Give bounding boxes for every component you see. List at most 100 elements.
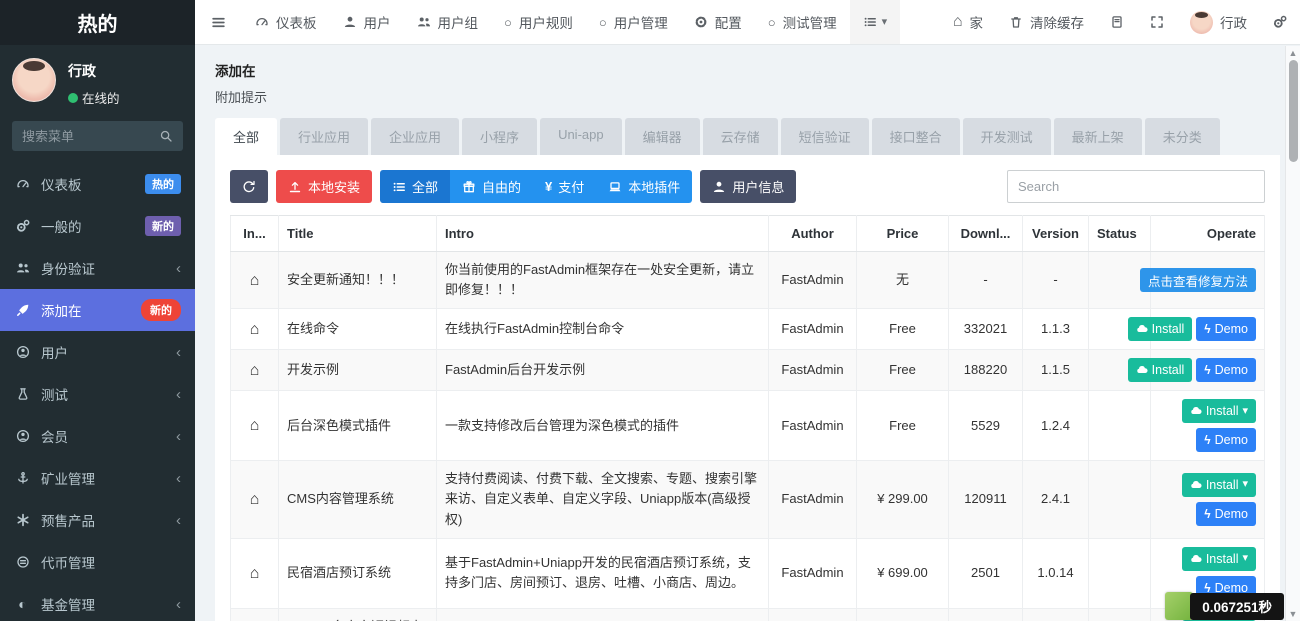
clear-cache-button[interactable]: 清除缓存: [996, 0, 1097, 44]
navbar-links: 仪表板用户用户组○用户规则○用户管理配置○测试管理: [242, 0, 850, 44]
scroll-up-icon[interactable]: ▲: [1286, 47, 1300, 59]
column-header-Price[interactable]: Price: [857, 216, 949, 252]
column-header-In...[interactable]: In...: [231, 216, 279, 252]
row-status: [1089, 461, 1151, 538]
scrollbar-thumb[interactable]: [1289, 60, 1298, 162]
row-home-cell: ⌂: [231, 608, 279, 621]
tab-开发测试[interactable]: 开发测试: [963, 118, 1051, 155]
install-button[interactable]: Install: [1128, 317, 1193, 341]
page-head: 添加在 附加提示: [215, 60, 1280, 106]
tab-未分类[interactable]: 未分类: [1145, 118, 1220, 155]
sidebar-toggle-button[interactable]: [195, 0, 242, 44]
row-intro: 一款支持修改后台管理为深色模式的插件: [437, 391, 769, 461]
sidebar-item-一般的[interactable]: 一般的新的: [0, 205, 195, 247]
home-icon[interactable]: ⌂: [250, 273, 260, 289]
filter-button-全部[interactable]: 全部: [380, 170, 450, 203]
sidebar-item-代币管理[interactable]: 代币管理: [0, 541, 195, 583]
userinfo-button[interactable]: 用户信息: [700, 170, 796, 203]
hamburger-icon: [211, 15, 226, 30]
column-header-Version[interactable]: Version: [1023, 216, 1089, 252]
nav-link-配置[interactable]: 配置: [681, 0, 755, 44]
tab-接口整合[interactable]: 接口整合: [872, 118, 960, 155]
nav-link-用户管理[interactable]: ○用户管理: [586, 0, 681, 44]
home-icon[interactable]: ⌂: [250, 566, 260, 582]
anchor-icon: [14, 471, 31, 485]
install-button[interactable]: Install: [1128, 358, 1193, 382]
install-button[interactable]: Install▾: [1182, 547, 1256, 571]
filter-button-自由的[interactable]: 自由的: [450, 170, 533, 203]
fix-notice-button[interactable]: 点击查看修复方法: [1140, 268, 1256, 292]
tab-云存储[interactable]: 云存储: [703, 118, 778, 155]
table-row: ⌂民宿酒店预订系统基于FastAdmin+Uniapp开发的民宿酒店预订系统，支…: [231, 538, 1265, 608]
column-header-Author[interactable]: Author: [769, 216, 857, 252]
demo-button[interactable]: ϟDemo: [1196, 502, 1256, 526]
column-header-Intro[interactable]: Intro: [437, 216, 769, 252]
docs-button[interactable]: [1097, 0, 1137, 44]
gears-icon: [1273, 15, 1287, 29]
tab-最新上架[interactable]: 最新上架: [1054, 118, 1142, 155]
sidebar-item-用户[interactable]: 用户‹: [0, 331, 195, 373]
user-icon: [343, 15, 357, 29]
nav-link-用户组[interactable]: 用户组: [404, 0, 492, 44]
sidebar-item-身份验证[interactable]: 身份验证‹: [0, 247, 195, 289]
refresh-button[interactable]: [230, 170, 268, 203]
install-label: Install: [1152, 363, 1185, 377]
tab-编辑器[interactable]: 编辑器: [625, 118, 700, 155]
vertical-scrollbar[interactable]: ▲ ▼: [1285, 46, 1300, 621]
fullscreen-icon: [1150, 15, 1164, 29]
gift-icon: [462, 180, 476, 194]
row-author: FastAdmin: [769, 309, 857, 350]
fullscreen-button[interactable]: [1137, 0, 1177, 44]
tab-Uni-app[interactable]: Uni-app: [540, 118, 622, 155]
row-home-cell: ⌂: [231, 461, 279, 538]
demo-button[interactable]: ϟDemo: [1196, 358, 1256, 382]
sidebar-search-input[interactable]: [22, 129, 159, 144]
demo-button[interactable]: ϟDemo: [1196, 428, 1256, 452]
column-header-Status[interactable]: Status: [1089, 216, 1151, 252]
tab-全部[interactable]: 全部: [215, 118, 277, 155]
settings-button[interactable]: [1260, 0, 1300, 44]
demo-button[interactable]: ϟDemo: [1196, 317, 1256, 341]
tabs-menu-button[interactable]: ▾: [850, 0, 901, 44]
scroll-down-icon[interactable]: ▼: [1286, 608, 1300, 620]
leaf-icon[interactable]: [1165, 592, 1193, 620]
sidebar-item-仪表板[interactable]: 仪表板热的: [0, 163, 195, 205]
column-header-Operate[interactable]: Operate: [1151, 216, 1265, 252]
home-icon[interactable]: ⌂: [250, 492, 260, 508]
local-install-button[interactable]: 本地安装: [276, 170, 372, 203]
sidebar-item-添加在[interactable]: 添加在新的: [0, 289, 195, 331]
category-tabs: 全部行业应用企业应用小程序Uni-app编辑器云存储短信验证接口整合开发测试最新…: [215, 118, 1280, 155]
tab-小程序[interactable]: 小程序: [462, 118, 537, 155]
column-header-Title[interactable]: Title: [279, 216, 437, 252]
clear-cache-label: 清除缓存: [1030, 12, 1084, 32]
table-search-input[interactable]: [1018, 179, 1254, 194]
home-icon[interactable]: ⌂: [250, 363, 260, 379]
trace-widget[interactable]: 0.067251秒: [1165, 592, 1284, 620]
install-button[interactable]: Install▾: [1182, 399, 1256, 423]
sidebar-item-基金管理[interactable]: ◐基金管理‹: [0, 583, 195, 621]
search-icon[interactable]: [159, 129, 173, 143]
column-header-Downl...[interactable]: Downl...: [949, 216, 1023, 252]
nav-link-测试管理[interactable]: ○测试管理: [755, 0, 850, 44]
profile-menu[interactable]: 行政: [1177, 0, 1260, 44]
install-button[interactable]: Install▾: [1182, 473, 1256, 497]
home-icon[interactable]: ⌂: [250, 322, 260, 338]
sidebar-item-会员[interactable]: 会员‹: [0, 415, 195, 457]
circle-icon: ○: [768, 16, 776, 29]
tab-行业应用[interactable]: 行业应用: [280, 118, 368, 155]
filter-button-支付[interactable]: ¥支付: [533, 170, 596, 203]
tab-短信验证[interactable]: 短信验证: [781, 118, 869, 155]
row-price: ¥ 1480.00: [857, 608, 949, 621]
home-icon[interactable]: ⌂: [250, 418, 260, 434]
home-button[interactable]: ⌂ 家: [940, 0, 996, 44]
filter-button-本地插件[interactable]: 本地插件: [596, 170, 692, 203]
row-title: 在线命令: [279, 309, 437, 350]
user-avatar[interactable]: [12, 58, 56, 102]
nav-link-用户规则[interactable]: ○用户规则: [491, 0, 586, 44]
sidebar-item-预售产品[interactable]: 预售产品‹: [0, 499, 195, 541]
nav-link-用户[interactable]: 用户: [330, 0, 404, 44]
tab-企业应用[interactable]: 企业应用: [371, 118, 459, 155]
sidebar-item-矿业管理[interactable]: 矿业管理‹: [0, 457, 195, 499]
nav-link-仪表板[interactable]: 仪表板: [242, 0, 330, 44]
sidebar-item-测试[interactable]: 测试‹: [0, 373, 195, 415]
